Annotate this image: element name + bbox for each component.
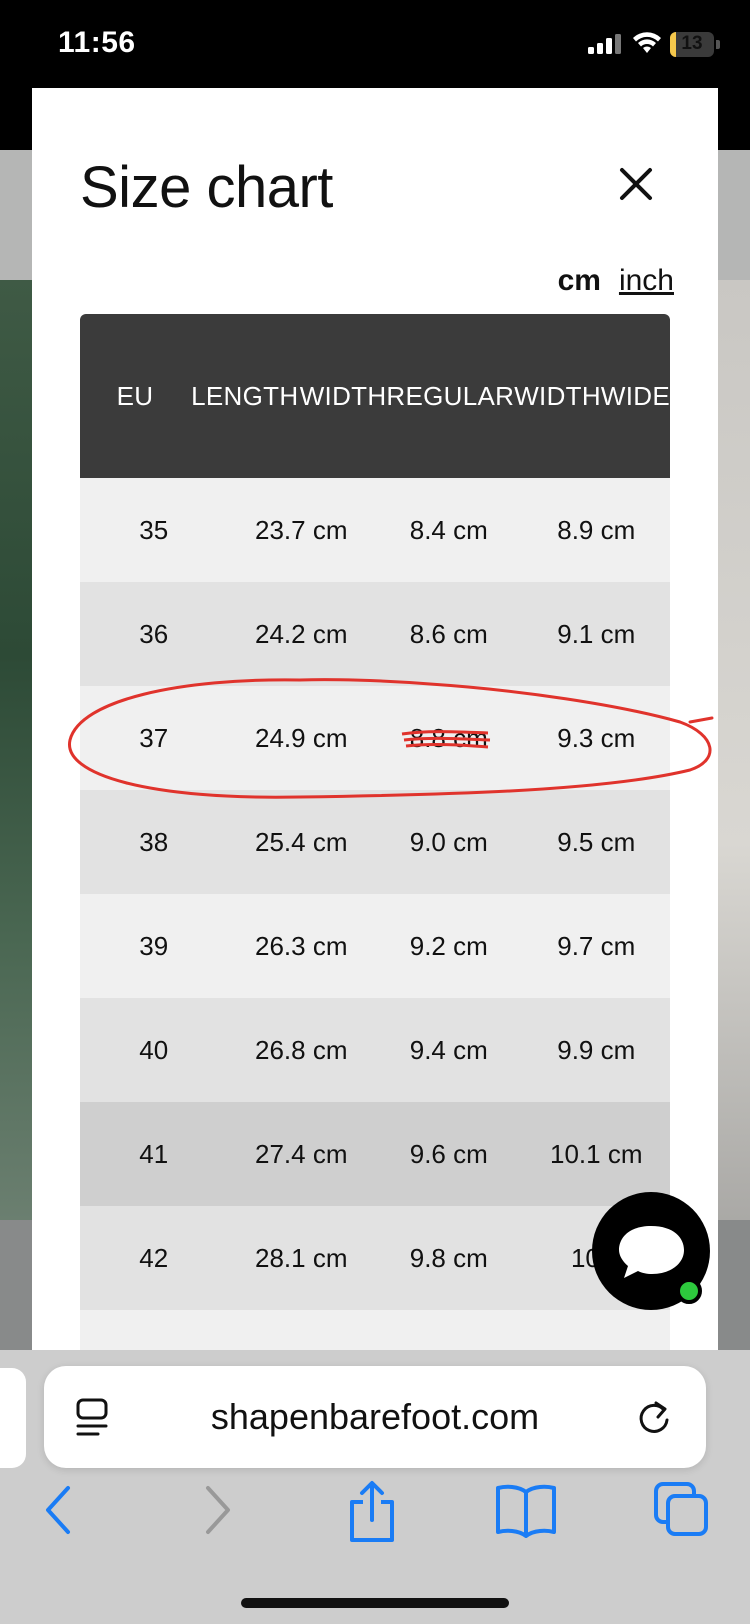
- column-header: LENGTH: [190, 314, 300, 478]
- table-cell: 8.8 cm: [409, 722, 488, 753]
- wifi-icon: [633, 32, 661, 53]
- table-cell: 9.2 cm: [409, 930, 488, 961]
- table-cell: 9.3 cm: [557, 722, 636, 753]
- column-header-text: EU: [116, 381, 154, 411]
- column-header: EU: [80, 314, 190, 478]
- table-row: 40 26.8 cm 9.4 cm 9.9 cm: [80, 998, 670, 1102]
- table-cell: 8.4 cm: [409, 514, 488, 545]
- table-cell: 25.4 cm: [255, 826, 348, 857]
- table-header: EU LENGTH WIDTH REGULAR WIDTH WIDE: [80, 314, 670, 478]
- table-cell: 26.8 cm: [255, 1034, 348, 1065]
- table-cell: 36: [139, 618, 169, 649]
- battery-icon: 13: [670, 32, 714, 57]
- table-cell: 40: [139, 1034, 169, 1065]
- size-chart-modal: Size chart cm inch EU LENGTH WIDTH REGULAR W…: [32, 88, 718, 1350]
- table-cell: 27.4 cm: [255, 1138, 348, 1169]
- table-row: 35 23.7 cm 8.4 cm 8.9 cm: [80, 478, 670, 582]
- column-header-text: LENGTH: [191, 381, 299, 411]
- table-cell: 9.6 cm: [409, 1138, 488, 1169]
- close-icon[interactable]: [612, 160, 660, 208]
- table-cell: 9.4 cm: [409, 1034, 488, 1065]
- table-cell: 42: [139, 1242, 169, 1273]
- forward-icon[interactable]: [200, 1480, 236, 1540]
- home-indicator: [241, 1598, 509, 1608]
- table-cell: 39: [139, 930, 169, 961]
- bookmarks-icon[interactable]: [494, 1480, 558, 1540]
- table-cell: 38: [139, 826, 169, 857]
- table-row: 39 26.3 cm 9.2 cm 9.7 cm: [80, 894, 670, 998]
- address-bar[interactable]: shapenbarefoot.com: [44, 1366, 706, 1468]
- table-cell: 37: [139, 722, 169, 753]
- unit-toggle: cm inch: [558, 264, 674, 298]
- cellular-signal-icon: [588, 34, 621, 54]
- online-status-dot: [676, 1278, 702, 1304]
- back-icon[interactable]: [40, 1480, 76, 1540]
- table-row: 38 25.4 cm 9.0 cm 9.5 cm: [80, 790, 670, 894]
- table-cell: 26.3 cm: [255, 930, 348, 961]
- table-cell: 8.9 cm: [557, 514, 636, 545]
- unit-cm-option[interactable]: cm: [558, 264, 601, 298]
- table-cell: 9.9 cm: [557, 1034, 636, 1065]
- column-header-text: WIDTH: [514, 381, 601, 411]
- previous-tab-edge[interactable]: [0, 1368, 26, 1468]
- table-cell: 9.0 cm: [409, 826, 488, 857]
- reload-icon[interactable]: [634, 1398, 674, 1438]
- column-header-text: WIDTH: [299, 381, 387, 411]
- tabs-icon[interactable]: [652, 1480, 712, 1540]
- table-cell: 9.7 cm: [557, 930, 636, 961]
- table-cell: 9.1 cm: [557, 618, 636, 649]
- table-row: 41 27.4 cm 9.6 cm 10.1 cm: [80, 1102, 670, 1206]
- share-icon[interactable]: [344, 1480, 400, 1544]
- safari-nav-toolbar: [0, 1480, 750, 1552]
- table-row-partial: [80, 1310, 670, 1350]
- table-cell: 10.1 cm: [550, 1138, 643, 1169]
- table-cell: 23.7 cm: [255, 514, 348, 545]
- background-image-right: [716, 280, 750, 1220]
- size-table: EU LENGTH WIDTH REGULAR WIDTH WIDE 35 23.7 cm 8…: [80, 314, 670, 1350]
- table-cell: 8.6 cm: [409, 618, 488, 649]
- table-row: 4228.1 cm9.8 cm10.3: [80, 1206, 670, 1310]
- table-body: 35 23.7 cm 8.4 cm 8.9 cm 36 24.2 cm 8.6 cm 9.1 …: [80, 478, 670, 1350]
- battery-nub: [716, 40, 720, 49]
- table-cell: 28.1 cm: [255, 1242, 348, 1273]
- address-url: shapenbarefoot.com: [210, 1396, 540, 1437]
- table-cell: 9.5 cm: [557, 826, 636, 857]
- unit-inch-option[interactable]: inch: [619, 264, 674, 298]
- table-cell: 24.9 cm: [255, 722, 348, 753]
- table-row: 36 24.2 cm 8.6 cm 9.1 cm: [80, 582, 670, 686]
- column-header-text: REGULAR: [386, 381, 515, 411]
- table-cell: 41: [139, 1138, 169, 1169]
- column-header: WIDTH WIDE: [514, 314, 670, 478]
- table-cell: 24.2 cm: [255, 618, 348, 649]
- background-image-left: [0, 280, 34, 1220]
- column-header-text: WIDE: [600, 381, 670, 411]
- battery-percent: 13: [681, 33, 703, 54]
- table-row: 37 24.9 cm 8.8 cm 9.3 cm: [80, 686, 670, 790]
- modal-title: Size chart: [80, 155, 333, 220]
- column-header: WIDTH REGULAR: [300, 314, 515, 478]
- table-cell: 35: [139, 514, 169, 545]
- table-cell: 9.8 cm: [409, 1242, 488, 1273]
- status-time: 11:56: [58, 26, 136, 59]
